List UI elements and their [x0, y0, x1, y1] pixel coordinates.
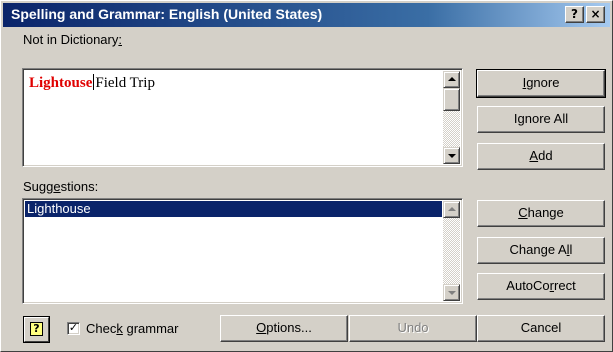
autocorrect-button[interactable]: AutoCorrect — [477, 273, 605, 300]
suggestions-list[interactable]: Lighthouse — [22, 198, 463, 304]
scroll-up-button[interactable] — [443, 201, 460, 218]
options-button[interactable]: Options... — [220, 315, 348, 342]
close-icon[interactable]: × — [586, 6, 605, 23]
arrow-up-icon — [448, 207, 456, 211]
change-button[interactable]: Change — [477, 200, 605, 227]
sentence-rest: Field Trip — [95, 75, 155, 91]
spelling-grammar-dialog: Spelling and Grammar: English (United St… — [0, 0, 613, 352]
scroll-down-button[interactable] — [443, 284, 460, 301]
check-grammar-checkbox[interactable]: ✓ — [67, 322, 80, 335]
add-button[interactable]: Add — [477, 143, 605, 170]
scroll-thumb[interactable] — [443, 88, 460, 111]
arrow-up-icon — [448, 77, 456, 81]
not-in-dictionary-label: Not in Dictionary: — [23, 32, 122, 47]
arrow-down-icon — [448, 291, 456, 295]
check-grammar-label[interactable]: Check grammar — [86, 321, 178, 336]
scroll-down-button[interactable] — [443, 147, 460, 164]
dictionary-scrollbar[interactable] — [443, 71, 460, 164]
not-in-dictionary-box[interactable]: Lightouse Field Trip — [22, 68, 463, 167]
cancel-button[interactable]: Cancel — [477, 315, 605, 342]
ignore-all-button[interactable]: Ignore All — [477, 106, 605, 133]
scroll-up-button[interactable] — [443, 71, 460, 88]
office-assistant-button[interactable]: ? — [23, 316, 50, 343]
change-all-button[interactable]: Change All — [477, 237, 605, 264]
title-bar[interactable]: Spelling and Grammar: English (United St… — [3, 3, 610, 27]
undo-button[interactable]: Undo — [349, 315, 477, 342]
window-title: Spelling and Grammar: English (United St… — [11, 6, 323, 22]
assistant-help-icon: ? — [30, 322, 43, 336]
help-icon[interactable]: ? — [565, 6, 584, 23]
ignore-button[interactable]: Ignore — [476, 69, 606, 98]
suggestions-scrollbar[interactable] — [443, 201, 460, 301]
misspelled-word[interactable]: Lightouse — [29, 75, 92, 91]
suggestion-item-selected[interactable]: Lighthouse — [25, 201, 442, 217]
arrow-down-icon — [448, 154, 456, 158]
sentence-text: Lightouse Field Trip — [29, 74, 155, 92]
suggestions-label: Suggestions: — [23, 179, 99, 194]
